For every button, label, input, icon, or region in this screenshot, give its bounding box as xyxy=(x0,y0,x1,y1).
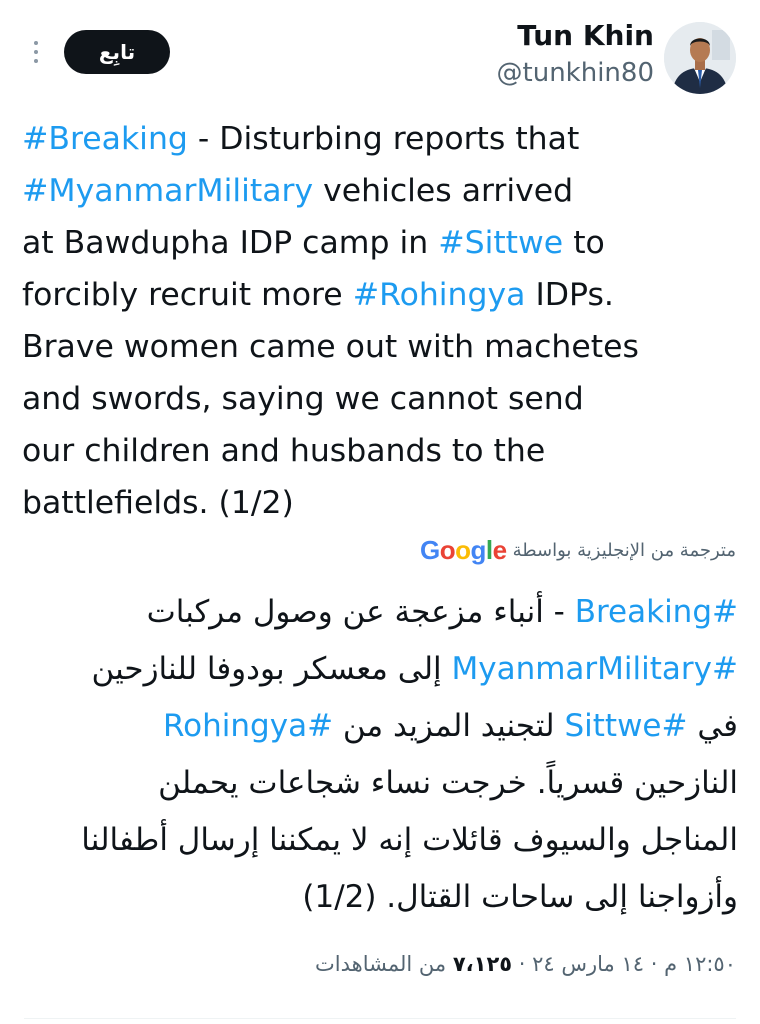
text-line: #Breaking - أنباء مزعجة عن وصول مركبات xyxy=(18,584,738,641)
text-line: #MyanmarMilitary إلى معسكر بودوفا للنازح… xyxy=(18,641,738,698)
avatar[interactable] xyxy=(664,22,736,94)
text-segment: النازحين قسرياً. خرجت نساء شجاعات يحملن xyxy=(158,765,738,801)
hashtag-link[interactable]: #Rohingya xyxy=(163,708,333,744)
hashtag-link[interactable]: #Breaking xyxy=(575,594,738,630)
display-name[interactable]: Tun Khin xyxy=(497,18,654,54)
text-line: and swords, saying we cannot send xyxy=(22,373,742,425)
hashtag-link[interactable]: #MyanmarMilitary xyxy=(452,651,739,687)
tweet-time[interactable]: ١٢:٥٠ م xyxy=(664,952,736,976)
text-segment: IDPs. xyxy=(525,277,614,313)
text-segment: and swords, saying we cannot send xyxy=(22,381,584,417)
hashtag-link[interactable]: #Rohingya xyxy=(353,277,526,313)
text-line: our children and husbands to the xyxy=(22,425,742,477)
tweet-meta: ١٢:٥٠ م · ١٤ مارس ٢٤ · ٧،١٢٥ من المشاهدا… xyxy=(315,952,736,976)
avatar-photo xyxy=(664,22,736,94)
text-segment: المناجل والسيوف قائلات إنه لا يمكننا إرس… xyxy=(81,822,738,858)
text-segment: vehicles arrived xyxy=(313,173,574,209)
text-segment: at Bawdupha IDP camp in xyxy=(22,225,439,261)
text-line: forcibly recruit more #Rohingya IDPs. xyxy=(22,269,742,321)
text-segment: وأزواجنا إلى ساحات القتال. (1/2) xyxy=(302,879,738,915)
hashtag-link[interactable]: #MyanmarMilitary xyxy=(22,173,313,209)
text-segment: our children and husbands to the xyxy=(22,433,546,469)
text-segment: battlefields. (1/2) xyxy=(22,485,294,521)
follow-button[interactable]: تابِع xyxy=(64,30,170,74)
views-count: ٧،١٢٥ xyxy=(452,952,513,976)
text-line: battlefields. (1/2) xyxy=(22,477,742,529)
text-segment: - Disturbing reports that xyxy=(187,121,580,157)
text-segment: - أنباء مزعجة عن وصول مركبات xyxy=(146,594,575,630)
text-segment: إلى معسكر بودوفا للنازحين xyxy=(91,651,452,687)
text-segment: to xyxy=(563,225,605,261)
text-segment: Brave women came out with machetes xyxy=(22,329,639,365)
translated-text: #Breaking - أنباء مزعجة عن وصول مركبات #M… xyxy=(18,584,738,926)
hashtag-link[interactable]: #Breaking xyxy=(22,121,188,157)
divider xyxy=(24,1018,736,1019)
text-line: at Bawdupha IDP camp in #Sittwe to xyxy=(22,217,742,269)
user-info[interactable]: Tun Khin @tunkhin80 xyxy=(497,18,654,90)
text-line: Brave women came out with machetes xyxy=(22,321,742,373)
text-line: وأزواجنا إلى ساحات القتال. (1/2) xyxy=(18,869,738,926)
tweet-text: #Breaking - Disturbing reports that #Myan… xyxy=(22,113,742,529)
hashtag-link[interactable]: #Sittwe xyxy=(438,225,563,261)
text-line: النازحين قسرياً. خرجت نساء شجاعات يحملن xyxy=(18,755,738,812)
text-line: #Breaking - Disturbing reports that xyxy=(22,113,742,165)
text-line: المناجل والسيوف قائلات إنه لا يمكننا إرس… xyxy=(18,812,738,869)
text-line: #MyanmarMilitary vehicles arrived xyxy=(22,165,742,217)
tweet-date[interactable]: ١٤ مارس ٢٤ xyxy=(532,952,644,976)
hashtag-link[interactable]: #Sittwe xyxy=(564,708,687,744)
text-segment: في xyxy=(687,708,738,744)
views-label: من المشاهدات xyxy=(315,952,447,976)
google-logo[interactable]: Google xyxy=(420,535,507,566)
text-segment: لتجنيد المزيد من xyxy=(333,708,565,744)
user-handle[interactable]: @tunkhin80 xyxy=(497,56,654,90)
more-vertical-icon[interactable] xyxy=(24,36,48,68)
text-segment: forcibly recruit more xyxy=(22,277,353,313)
translated-label: مترجمة من الإنجليزية بواسطة xyxy=(512,539,736,561)
translation-attribution: مترجمة من الإنجليزية بواسطة Google xyxy=(420,533,736,567)
text-line: في #Sittwe لتجنيد المزيد من #Rohingya xyxy=(18,698,738,755)
